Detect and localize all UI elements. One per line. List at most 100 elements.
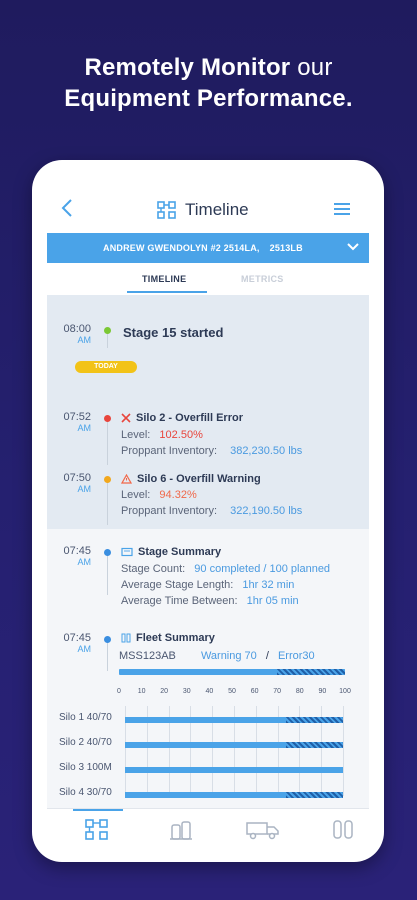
tanks-icon	[333, 820, 353, 839]
detail-label: Level:	[121, 429, 151, 441]
avg-between-value: 1hr 05 min	[246, 595, 299, 607]
x-tick-label: 20	[160, 688, 169, 695]
truck-icon	[246, 822, 279, 840]
error-x-icon	[121, 413, 131, 423]
event-title-error[interactable]: Silo 2 - Overfill Error	[121, 412, 243, 424]
tab-timeline[interactable]: TIMELINE	[142, 274, 186, 284]
active-tab-indicator	[127, 291, 207, 293]
nav-tanks[interactable]	[331, 819, 357, 841]
timeline-connector	[107, 641, 108, 671]
event-time: 07:52 AM	[47, 411, 91, 434]
detail-label: Average Time Between:	[121, 595, 238, 607]
detail-label: Stage Count:	[121, 563, 186, 575]
event-title[interactable]: Stage 15 started	[123, 325, 223, 340]
equipment-grid-icon	[157, 201, 176, 219]
x-tick-label: 30	[182, 688, 191, 695]
stage-count-value: 90 completed / 100 planned	[194, 563, 331, 575]
silo-icon	[170, 821, 192, 840]
event-time: 08:00 AM	[47, 323, 91, 346]
time-value: 07:52	[63, 411, 91, 423]
silo-bar-hatched-segment	[286, 742, 343, 748]
fleet-icon	[121, 633, 131, 643]
event-detail-inventory: Proppant Inventory: 382,230.50 lbs	[121, 445, 302, 457]
promo-headline: Remotely Monitor our Equipment Performan…	[0, 52, 417, 114]
x-tick-label: 80	[295, 688, 304, 695]
status-dot-green	[104, 327, 111, 334]
event-title-text: Silo 2 - Overfill Error	[136, 412, 243, 424]
silo-bar[interactable]	[125, 742, 343, 748]
back-button[interactable]	[61, 198, 81, 222]
summary-stage-count: Stage Count: 90 completed / 100 planned	[121, 563, 330, 575]
nav-equipment[interactable]	[85, 819, 111, 841]
status-dot-orange	[104, 476, 111, 483]
fleet-error-segment	[277, 669, 345, 675]
status-dot-blue	[104, 549, 111, 556]
event-title-text: Stage Summary	[138, 546, 222, 558]
promo-line1-light: our	[290, 54, 333, 81]
page-title: Timeline	[185, 200, 249, 219]
timeline-connector	[107, 553, 108, 589]
bottom-nav	[47, 808, 369, 850]
event-title-fleet[interactable]: Fleet Summary	[121, 632, 215, 644]
equipment-grid-icon	[85, 819, 108, 840]
timeline-connector	[107, 479, 108, 525]
summary-avg-between: Average Time Between: 1hr 05 min	[121, 595, 299, 607]
nav-trucks[interactable]	[245, 819, 281, 841]
menu-button[interactable]	[333, 202, 351, 218]
fleet-error: Error30	[277, 650, 315, 662]
time-value: 07:45	[63, 545, 91, 557]
silo-bar-hatched-segment	[286, 792, 343, 798]
nav-silos[interactable]	[169, 819, 195, 841]
silo-label: Silo 4 30/70	[59, 787, 112, 798]
fleet-status-bar	[119, 669, 345, 675]
x-tick-label: 0	[117, 688, 121, 695]
status-dot-red	[104, 415, 111, 422]
event-title-text: Silo 6 - Overfill Warning	[137, 473, 261, 485]
timeline-connector	[107, 417, 108, 465]
well-name: ANDREW GWENDOLYN #2 2514LA,	[103, 243, 260, 253]
chart-gridline	[343, 706, 344, 796]
event-title-warning[interactable]: Silo 6 - Overfill Warning	[121, 473, 261, 485]
summary-avg-length: Average Stage Length: 1hr 32 min	[121, 579, 294, 591]
warning-triangle-icon	[121, 474, 132, 484]
fleet-warning: Warning 70	[200, 650, 257, 662]
level-value: 94.32%	[159, 489, 197, 501]
x-tick-label: 100	[339, 688, 351, 695]
event-detail-level: Level: 102.50%	[121, 429, 203, 441]
fleet-separator: /	[265, 650, 269, 662]
avg-length-value: 1hr 32 min	[242, 579, 295, 591]
time-ampm: AM	[77, 484, 92, 494]
time-ampm: AM	[77, 423, 92, 433]
event-title-text: Fleet Summary	[136, 632, 215, 644]
promo-line2: Equipment Performance.	[64, 85, 353, 112]
level-value: 102.50%	[159, 429, 203, 441]
hamburger-menu-icon	[334, 203, 350, 215]
time-value: 08:00	[63, 323, 91, 335]
silo-bar[interactable]	[125, 717, 343, 723]
x-tick-label: 60	[250, 688, 259, 695]
chart-x-axis: 0 10 20 30 40 50 60 70 80 90 100	[117, 688, 351, 698]
detail-label: Level:	[121, 489, 151, 501]
silo-label: Silo 2 40/70	[59, 737, 112, 748]
x-tick-label: 50	[228, 688, 236, 695]
chevron-left-icon	[61, 199, 72, 217]
nav-active-indicator	[73, 809, 123, 811]
summary-card-icon	[121, 547, 133, 557]
silo-bar[interactable]	[125, 792, 343, 798]
top-bar: Timeline	[47, 192, 369, 232]
detail-label: Proppant Inventory:	[121, 505, 218, 517]
tab-metrics[interactable]: METRICS	[241, 274, 284, 284]
silo-bar-hatched-segment	[286, 717, 343, 723]
inventory-value: 382,230.50 lbs	[230, 445, 303, 457]
event-title-summary[interactable]: Stage Summary	[121, 546, 221, 558]
silo-bar[interactable]	[125, 767, 343, 773]
x-tick-label: 70	[273, 688, 282, 695]
phone-frame: Timeline ANDREW GWENDOLYN #2 2514LA, 251…	[32, 160, 384, 862]
well-selector[interactable]: ANDREW GWENDOLYN #2 2514LA, 2513LB	[47, 233, 369, 263]
fleet-status-row: MSS123AB Warning 70 / Error30	[119, 650, 359, 662]
tab-bar: TIMELINE METRICS	[47, 263, 369, 295]
x-tick-label: 90	[318, 688, 327, 695]
silo-label: Silo 3 100M	[59, 762, 112, 773]
status-dot-blue	[104, 636, 111, 643]
time-ampm: AM	[77, 557, 92, 567]
